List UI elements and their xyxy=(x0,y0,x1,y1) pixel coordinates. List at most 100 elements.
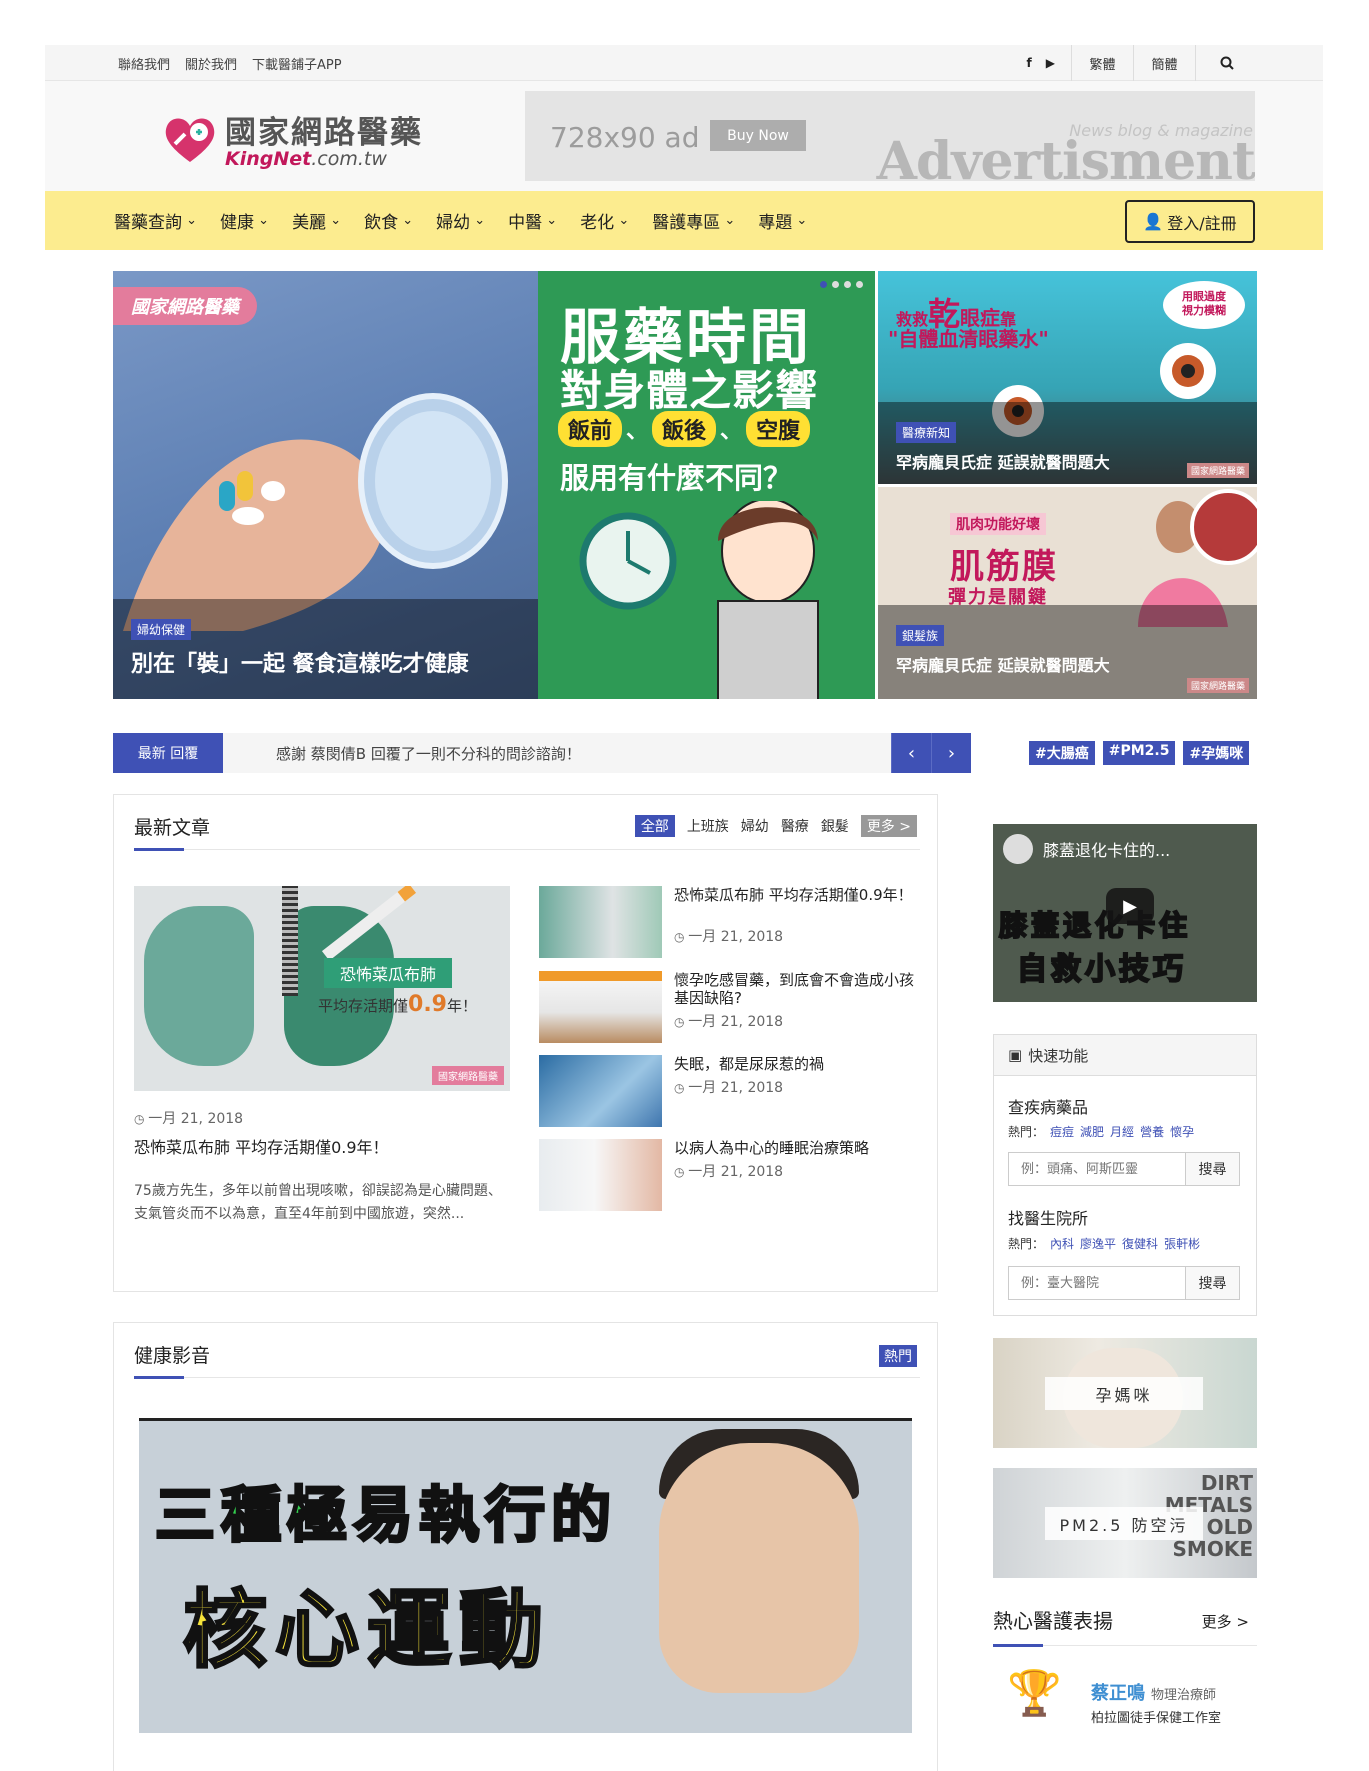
banner-pm25[interactable]: DIRT METALS OLD SMOKE PM2.5 防空污 xyxy=(993,1468,1257,1578)
category-badge[interactable]: 婦幼保健 xyxy=(131,619,192,640)
praise-workplace: 柏拉圖徒手保健工作室 xyxy=(1091,1711,1222,1726)
quick-functions-panel: ▣快速功能 查疾病藥品 熱門：痘痘減肥月經營養懷孕 搜尋 找醫生院所 熱門：內科… xyxy=(993,1034,1257,1316)
hero-right-top[interactable]: 救救乾眼症靠 "自體血清眼藥水" 用眼過度 視力模糊 醫療新知 罕病龐貝氏症 延誤… xyxy=(878,271,1257,484)
nav-item-aging[interactable]: 老化 xyxy=(580,208,629,233)
hot-button[interactable]: 熱門 xyxy=(879,1345,917,1367)
disease-search-input[interactable] xyxy=(1009,1153,1185,1185)
contact-link[interactable]: 聯絡我們 xyxy=(118,54,170,73)
fascia-caption: 肌肉功能好壞 xyxy=(950,513,1046,535)
nav-item-topics[interactable]: 專題 xyxy=(758,208,807,233)
article-title[interactable]: 恐怖菜瓜布肺 平均存活期僅0.9年！ xyxy=(674,886,922,904)
featured-title[interactable]: 恐怖菜瓜布肺 平均存活期僅0.9年！ xyxy=(134,1134,389,1158)
hero-center-pills: 飯前、飯後、空腹 xyxy=(558,411,811,447)
slider-dots[interactable] xyxy=(820,281,863,288)
ad-size-label: 728x90 ad xyxy=(550,121,700,154)
simplified-chinese-toggle[interactable]: 簡體 xyxy=(1133,45,1195,81)
toolbox-icon: ▣ xyxy=(1008,1046,1023,1064)
disease-search-button[interactable]: 搜尋 xyxy=(1185,1153,1239,1185)
hero-watermark: 國家網路醫藥 xyxy=(113,287,257,325)
hospital-hot-links: 熱門： 內科 廖逸平 復健科 張軒彬 xyxy=(1008,1237,1201,1251)
article-thumbnail[interactable] xyxy=(539,971,662,1043)
video-thumbnail[interactable]: 三種極易執行的 核心運動 xyxy=(139,1418,912,1733)
hero-main-title[interactable]: 別在「裝」一起 餐食這樣吃才健康 xyxy=(131,646,520,678)
list-item[interactable]: 失眠，都是尿尿惹的禍 一月 21, 2018 xyxy=(539,1055,919,1127)
nav-item-drug-query[interactable]: 醫藥查詢 xyxy=(114,208,197,233)
hero-main-caption: 婦幼保健 別在「裝」一起 餐食這樣吃才健康 xyxy=(113,599,538,699)
tag-colon-cancer[interactable]: #大腸癌 xyxy=(1029,741,1095,765)
login-button[interactable]: 👤 登入/註冊 xyxy=(1125,200,1255,243)
ticker-label: 最新 回覆 xyxy=(113,733,223,773)
play-icon[interactable]: ▶ xyxy=(1106,888,1154,924)
nav-item-women-children[interactable]: 婦幼 xyxy=(436,208,485,233)
ticker-arrows: ‹ › xyxy=(891,733,971,773)
praise-more-link[interactable]: 更多 > xyxy=(1202,1611,1249,1632)
chevron-left-icon[interactable]: ‹ xyxy=(891,733,931,773)
hero-right-bottom-title[interactable]: 罕病龐貝氏症 延誤就醫問題大 xyxy=(896,652,1239,676)
category-badge[interactable]: 銀髮族 xyxy=(896,625,945,646)
search-icon[interactable] xyxy=(1195,45,1257,81)
hot-tags: #大腸癌 #PM2.5 #孕媽咪 xyxy=(1029,741,1250,765)
disease-hot-links: 熱門： 痘痘 減肥 月經 營養 懷孕 xyxy=(1008,1125,1195,1139)
ticker-text[interactable]: 感謝 蔡閔倩B 回覆了一則不分科的問診諮詢！ xyxy=(276,733,581,773)
traditional-chinese-toggle[interactable]: 繁體 xyxy=(1071,45,1133,81)
list-item[interactable]: 恐怖菜瓜布肺 平均存活期僅0.9年！ 一月 21, 2018 xyxy=(539,886,919,958)
nav-item-beauty[interactable]: 美麗 xyxy=(292,208,341,233)
tag-pm25[interactable]: #PM2.5 xyxy=(1102,741,1176,765)
user-icon: 👤 xyxy=(1143,212,1164,231)
ad-buy-button[interactable]: Buy Now xyxy=(710,120,806,151)
article-thumbnail[interactable] xyxy=(539,1139,662,1211)
nav-item-diet[interactable]: 飲食 xyxy=(364,208,413,233)
filter-seniors[interactable]: 銀髮 xyxy=(821,816,849,836)
download-app-link[interactable]: 下載醫鋪子APP xyxy=(252,54,342,73)
top-bar: 聯絡我們 關於我們 下載醫鋪子APP f ▶ 繁體 簡體 xyxy=(45,45,1323,81)
hospital-search-button[interactable]: 搜尋 xyxy=(1185,1267,1239,1299)
list-item[interactable]: 以病人為中心的睡眠治療策略 一月 21, 2018 xyxy=(539,1139,919,1211)
praise-section: 熱心醫護表揚 更多 > 🏆 蔡正鳴 物理治療師 柏拉圖徒手保健工作室 xyxy=(993,1605,1257,1726)
list-item[interactable]: 懷孕吃感冒藥，到底會不會造成小孩基因缺陷? 一月 21, 2018 xyxy=(539,971,919,1043)
filter-more[interactable]: 更多 > xyxy=(860,815,917,837)
youtube-icon[interactable]: ▶ xyxy=(1046,56,1055,70)
ad-word: Advertisment xyxy=(876,131,1255,181)
featured-sub: 平均存活期僅0.9年！ xyxy=(318,992,478,1017)
quick-header: ▣ 快速功能 xyxy=(994,1035,1256,1076)
article-date: 一月 21, 2018 xyxy=(674,1077,783,1097)
filter-women-children[interactable]: 婦幼 xyxy=(741,816,769,836)
praise-name[interactable]: 蔡正鳴 物理治療師 xyxy=(1091,1679,1216,1705)
facebook-icon[interactable]: f xyxy=(1027,56,1032,70)
category-badge[interactable]: 醫療新知 xyxy=(896,422,957,443)
hero-center-question: 服用有什麼不同？ xyxy=(560,461,793,495)
latest-articles-panel: 最新文章 全部 上班族 婦幼 醫療 銀髮 更多 > 恐怖菜瓜布肺 平均存活期僅0… xyxy=(113,794,938,1292)
article-title[interactable]: 懷孕吃感冒藥，到底會不會造成小孩基因缺陷? xyxy=(674,971,922,1007)
logo-name: 國家網路醫藥 xyxy=(225,115,423,151)
filter-all[interactable]: 全部 xyxy=(634,815,675,837)
latest-replies-ticker: 最新 回覆 感謝 蔡閔倩B 回覆了一則不分科的問診諮詢！ ‹ › xyxy=(113,733,971,773)
image-watermark: 國家網路醫藥 xyxy=(1186,463,1249,478)
hero-right-bottom[interactable]: 肌肉功能好壞 肌筋膜 彈力是關鍵 銀髮族 罕病龐貝氏症 延誤就醫問題大 國家網路… xyxy=(878,487,1257,699)
header-ad[interactable]: 728x90 ad Buy Now News blog & magazine A… xyxy=(525,91,1255,181)
site-logo[interactable]: 國家網路醫藥 KingNet.com.tw xyxy=(163,107,423,170)
article-thumbnail[interactable] xyxy=(539,1055,662,1127)
nav-menu: 醫藥查詢 健康 美麗 飲食 婦幼 中醫 老化 醫護專區 專題 xyxy=(114,191,807,250)
article-title[interactable]: 以病人為中心的睡眠治療策略 xyxy=(674,1139,922,1157)
banner-label: PM2.5 防空污 xyxy=(1045,1507,1203,1540)
hospital-search-input[interactable] xyxy=(1009,1267,1185,1299)
banner-pregnancy[interactable]: 孕媽咪 xyxy=(993,1338,1257,1448)
filter-office-worker[interactable]: 上班族 xyxy=(687,816,729,836)
featured-article-image[interactable]: 恐怖菜瓜布肺 平均存活期僅0.9年！ 國家網路醫藥 xyxy=(134,886,510,1091)
filter-medical[interactable]: 醫療 xyxy=(781,816,809,836)
hero-center[interactable]: 服藥時間 對身體之影響 飯前、飯後、空腹 服用有什麼不同？ xyxy=(538,271,875,699)
nav-item-chinese-medicine[interactable]: 中醫 xyxy=(508,208,557,233)
hero-main[interactable]: 國家網路醫藥 婦幼保健 別在「裝」一起 餐食這樣吃才健康 xyxy=(113,271,538,699)
tag-pregnant[interactable]: #孕媽咪 xyxy=(1183,741,1250,765)
main-nav: 醫藥查詢 健康 美麗 飲食 婦幼 中醫 老化 醫護專區 專題 👤登入/註冊 xyxy=(45,191,1323,250)
about-link[interactable]: 關於我們 xyxy=(185,54,237,73)
article-title[interactable]: 失眠，都是尿尿惹的禍 xyxy=(674,1055,922,1073)
youtube-embed[interactable]: 膝蓋退化卡住的... 膝蓋退化卡住 自救小技巧 ▶ xyxy=(993,824,1257,1002)
nav-item-health[interactable]: 健康 xyxy=(220,208,269,233)
article-thumbnail[interactable] xyxy=(539,886,662,958)
disease-search-box: 搜尋 xyxy=(1008,1152,1240,1186)
site-header: 國家網路醫藥 KingNet.com.tw 728x90 ad Buy Now … xyxy=(45,81,1323,191)
chevron-right-icon[interactable]: › xyxy=(931,733,971,773)
disease-search-label: 查疾病藥品 xyxy=(1008,1098,1089,1117)
nav-item-medical-zone[interactable]: 醫護專區 xyxy=(652,208,735,233)
